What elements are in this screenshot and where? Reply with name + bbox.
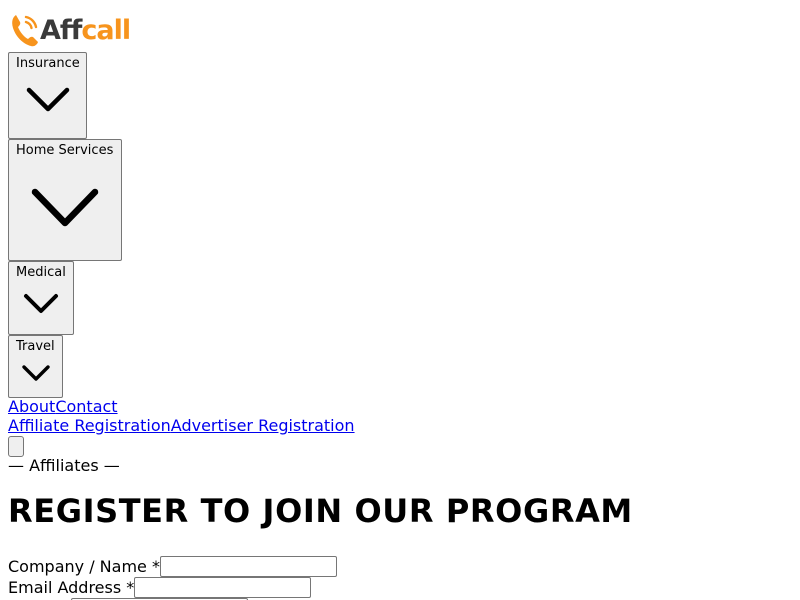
- travel-dropdown-label: Travel: [16, 339, 55, 354]
- home-services-dropdown-label: Home Services: [16, 143, 114, 158]
- menu-toggle-button[interactable]: [8, 436, 24, 457]
- phone-icon: [12, 15, 38, 47]
- advertiser-registration-link[interactable]: Advertiser Registration: [171, 416, 355, 435]
- chevron-down-icon: [21, 365, 50, 381]
- home-services-dropdown-button[interactable]: Home Services: [8, 139, 122, 261]
- page-title: REGISTER TO JOIN OUR PROGRAM: [8, 492, 633, 530]
- travel-dropdown-button[interactable]: Travel: [8, 335, 63, 398]
- chevron-down-icon: [26, 87, 69, 112]
- company-name-row: Company / Name *: [8, 556, 337, 577]
- email-label: Email Address *: [8, 578, 135, 597]
- medical-dropdown-label: Medical: [16, 265, 66, 280]
- contact-link[interactable]: Contact: [55, 397, 117, 416]
- affiliate-registration-link[interactable]: Affiliate Registration: [8, 416, 171, 435]
- email-input[interactable]: [134, 577, 312, 598]
- registration-links: Affiliate RegistrationAdvertiser Registr…: [8, 416, 355, 435]
- insurance-dropdown-label: Insurance: [16, 56, 80, 71]
- logo-text: Affcall: [40, 14, 131, 46]
- email-row: Email Address *: [8, 577, 312, 598]
- chevron-down-icon: [24, 294, 58, 313]
- logo-text-call: call: [81, 14, 131, 46]
- logo[interactable]: Affcall: [10, 10, 131, 50]
- about-link[interactable]: About: [8, 397, 55, 416]
- chevron-down-icon: [31, 188, 99, 227]
- medical-dropdown-button[interactable]: Medical: [8, 261, 74, 335]
- company-name-input[interactable]: [159, 556, 337, 577]
- logo-text-aff: Aff: [40, 14, 82, 46]
- insurance-dropdown-button[interactable]: Insurance: [8, 52, 87, 139]
- company-name-label: Company / Name *: [8, 557, 160, 576]
- section-eyebrow: — Affiliates —: [8, 456, 120, 475]
- nav-links: AboutContact: [8, 397, 118, 416]
